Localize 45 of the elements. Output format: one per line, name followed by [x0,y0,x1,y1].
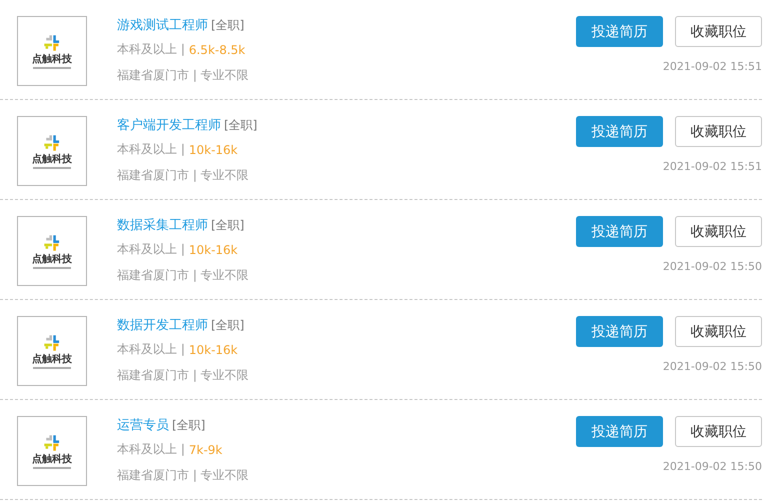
job-title-link[interactable]: 运营专员 [117,416,169,434]
location-text: 福建省厦门市 | 专业不限 [117,468,249,482]
education-text: 本科及以上 | [117,441,185,458]
education-text: 本科及以上 | [117,141,185,158]
post-date: 2021-09-02 15:50 [662,460,762,473]
logo-text: 点触科技 [32,254,72,266]
logo-text: 点触科技 [32,54,72,66]
salary-text: 7k-9k [188,442,222,456]
post-date: 2021-09-02 15:50 [662,260,762,273]
apply-button[interactable]: 投递简历 [576,116,663,147]
location-text: 福建省厦门市 | 专业不限 [117,368,249,382]
education-text: 本科及以上 | [117,241,185,258]
salary-text: 10k-16k [188,242,238,256]
apply-button[interactable]: 投递简历 [576,316,663,347]
job-type: [全职] [211,16,244,34]
save-job-button[interactable]: 收藏职位 [675,216,762,247]
save-job-button[interactable]: 收藏职位 [675,116,762,147]
location-text: 福建省厦门市 | 专业不限 [117,168,249,182]
logo-text: 点触科技 [32,154,72,166]
education-text: 本科及以上 | [117,341,185,358]
post-date: 2021-09-02 15:51 [662,60,762,73]
apply-button[interactable]: 投递简历 [576,416,663,447]
job-title-link[interactable]: 客户端开发工程师 [117,116,221,134]
job-type: [全职] [172,416,206,434]
salary-text: 10k-16k [188,342,238,356]
logo-text: 点触科技 [32,454,72,466]
post-date: 2021-09-02 15:50 [662,360,762,373]
job-title-link[interactable]: 数据开发工程师 [117,316,208,334]
apply-button[interactable]: 投递简历 [576,216,663,247]
salary-text: 6.5k-8.5k [188,42,246,56]
location-text: 福建省厦门市 | 专业不限 [117,68,249,82]
salary-text: 10k-16k [188,142,238,156]
save-job-button[interactable]: 收藏职位 [675,16,762,47]
save-job-button[interactable]: 收藏职位 [675,416,762,447]
job-title-link[interactable]: 游戏测试工程师 [117,16,208,34]
job-type: [全职] [211,216,244,234]
job-type: [全职] [211,316,244,334]
logo-text: 点触科技 [32,354,72,366]
job-type: [全职] [224,116,258,134]
apply-button[interactable]: 投递简历 [576,16,663,47]
save-job-button[interactable]: 收藏职位 [675,316,762,347]
post-date: 2021-09-02 15:51 [662,160,762,173]
location-text: 福建省厦门市 | 专业不限 [117,268,249,282]
education-text: 本科及以上 | [117,41,185,58]
job-title-link[interactable]: 数据采集工程师 [117,216,208,234]
